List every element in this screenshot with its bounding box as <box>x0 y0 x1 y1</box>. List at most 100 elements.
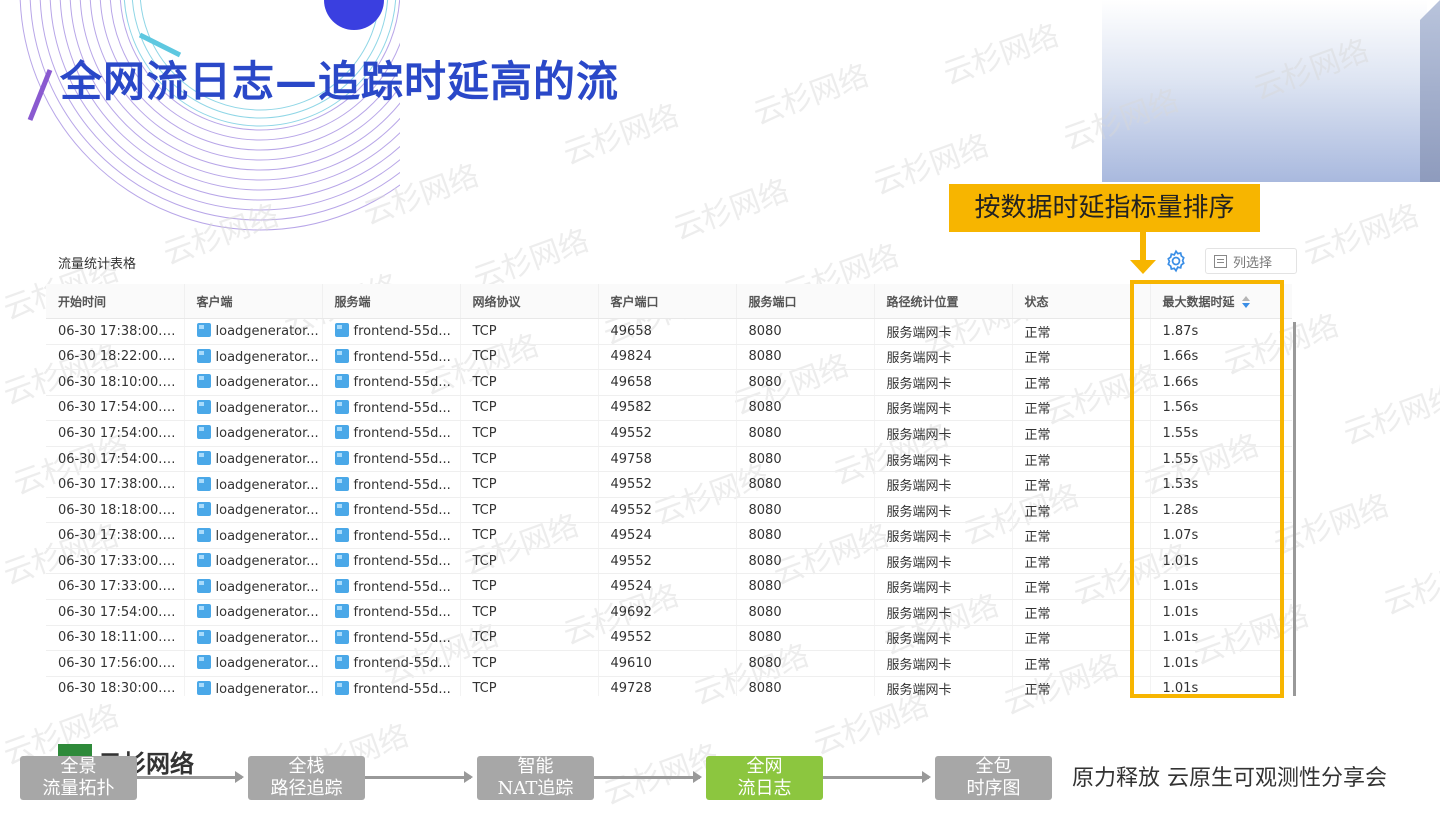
cell-value: frontend-55d... <box>353 477 451 493</box>
table-cell: frontend-55d... <box>321 650 460 677</box>
cell-value: 49692 <box>610 604 652 620</box>
table-cell: TCP <box>459 446 598 473</box>
cell-value: 49824 <box>610 349 652 365</box>
column-header[interactable]: 服务端口 <box>735 284 874 319</box>
cell-value: TCP <box>472 553 497 569</box>
table-row[interactable]: 06-30 17:38:00.000 loadgenerator... fronte… <box>46 471 1292 498</box>
column-header[interactable]: 客户端 <box>183 284 322 319</box>
column-header[interactable]: 网络协议 <box>459 284 598 319</box>
pod-icon <box>196 323 211 338</box>
column-header[interactable]: 客户端口 <box>597 284 736 319</box>
table-cell: loadgenerator... <box>183 625 322 652</box>
table-cell: TCP <box>459 369 598 396</box>
pod-icon <box>196 399 211 414</box>
table-row[interactable]: 06-30 18:10:00.000 loadgenerator... fronte… <box>46 369 1292 396</box>
cell-value: frontend-55d... <box>353 400 451 416</box>
table-cell: 8080 <box>735 650 874 677</box>
table-cell: 49524 <box>597 573 736 601</box>
cell-value: 服务端网卡 <box>886 606 952 622</box>
cell-value: 8080 <box>748 374 782 390</box>
table-row[interactable]: 06-30 18:18:00.000 loadgenerator... fronte… <box>46 497 1292 524</box>
cell-value: 8080 <box>748 528 782 544</box>
table-row[interactable]: 06-30 17:56:00.000 loadgenerator... fronte… <box>46 650 1292 677</box>
table-row[interactable]: 06-30 18:30:00.000 loadgenerator... fronte… <box>46 676 1292 696</box>
table-cell: loadgenerator... <box>183 676 322 696</box>
table-cell: loadgenerator... <box>183 471 322 498</box>
cell-value: loadgenerator... <box>215 554 319 570</box>
column-header[interactable]: 服务端 <box>321 284 460 319</box>
table-cell: TCP <box>459 420 598 447</box>
table-cell: 8080 <box>735 395 874 422</box>
pod-icon <box>196 451 211 465</box>
flow-step: 全栈 路径追踪 <box>248 756 365 800</box>
cell-value: loadgenerator... <box>215 426 319 442</box>
table-cell: loadgenerator... <box>183 497 322 524</box>
column-select-button[interactable]: 列选择 <box>1205 248 1297 274</box>
cell-value: 06-30 17:56:00.000 <box>58 655 184 671</box>
table-cell: 49524 <box>597 522 736 549</box>
table-cell: 服务端网卡 <box>873 318 1012 345</box>
cell-value: 49552 <box>610 553 652 569</box>
table-cell: 服务端网卡 <box>873 676 1012 696</box>
pod-icon <box>196 348 211 363</box>
column-header[interactable]: 路径统计位置 <box>873 284 1012 319</box>
pod-icon <box>196 629 211 644</box>
cell-value: 服务端网卡 <box>886 657 952 673</box>
table-cell: 服务端网卡 <box>873 497 1012 524</box>
cell-value: TCP <box>472 451 497 467</box>
table-row[interactable]: 06-30 18:22:00.000 loadgenerator... fronte… <box>46 344 1292 371</box>
column-header[interactable]: 开始时间 <box>46 284 184 319</box>
table-cell: 06-30 17:54:00.000 <box>46 395 184 422</box>
cell-value: 正常 <box>1024 530 1051 546</box>
table-cell: 服务端网卡 <box>873 573 1012 601</box>
table-cell: 8080 <box>735 599 874 626</box>
table-cell: 服务端网卡 <box>873 522 1012 549</box>
cell-value: 正常 <box>1024 376 1051 392</box>
table-row[interactable]: 06-30 17:54:00.000 loadgenerator... fronte… <box>46 446 1292 473</box>
table-cell: TCP <box>459 395 598 422</box>
cell-value: 06-30 17:54:00.000 <box>58 604 184 620</box>
cell-value: TCP <box>472 374 497 390</box>
pod-icon <box>196 425 211 440</box>
table-row[interactable]: 06-30 17:33:00.000 loadgenerator... fronte… <box>46 548 1292 575</box>
table-header-row: 开始时间 客户端 服务端 网络协议 客户端口 服务端口 路径统计位置 状态 最大数据时延 <box>46 284 1292 319</box>
table-cell: 8080 <box>735 676 874 696</box>
table-cell: 49758 <box>597 446 736 473</box>
table-scrollbar[interactable] <box>1293 322 1296 696</box>
table-cell: 49552 <box>597 471 736 498</box>
table-row[interactable]: 06-30 17:54:00.000 loadgenerator... fronte… <box>46 395 1292 422</box>
cell-value: 服务端网卡 <box>886 351 952 367</box>
cell-value: frontend-55d... <box>353 554 451 570</box>
table-cell: 49552 <box>597 625 736 652</box>
flow-stats-table: 开始时间 客户端 服务端 网络协议 客户端口 服务端口 路径统计位置 状态 最大数据时延 06-… <box>46 284 1292 696</box>
cell-value: loadgenerator... <box>215 452 319 467</box>
table-row[interactable]: 06-30 17:54:00.000 loadgenerator... fronte… <box>46 599 1292 626</box>
cell-value: 服务端网卡 <box>886 683 952 696</box>
cell-value: 06-30 17:33:00.000 <box>58 553 184 569</box>
flow-step-line1: 智能 <box>517 756 554 777</box>
watermark-text: 云杉网络 <box>1298 198 1424 273</box>
table-cell: frontend-55d... <box>321 420 460 447</box>
settings-gear-icon[interactable] <box>1163 248 1189 274</box>
cell-value: 服务端网卡 <box>886 427 952 443</box>
table-row[interactable]: 06-30 18:11:00.000 loadgenerator... fronte… <box>46 625 1292 652</box>
table-cell: 服务端网卡 <box>873 420 1012 447</box>
table-row[interactable]: 06-30 17:38:00.000 loadgenerator... fronte… <box>46 318 1292 345</box>
table-cell: 8080 <box>735 471 874 498</box>
table-cell: 服务端网卡 <box>873 446 1012 473</box>
table-row[interactable]: 06-30 17:54:00.000 loadgenerator... fronte… <box>46 420 1292 447</box>
table-row[interactable]: 06-30 17:33:00.000 loadgenerator... fronte… <box>46 573 1292 601</box>
flow-step-line2: 路径追踪 <box>270 778 343 799</box>
table-cell: 服务端网卡 <box>873 471 1012 498</box>
cell-value: 49728 <box>610 681 652 696</box>
table-cell: loadgenerator... <box>183 369 322 396</box>
pod-icon <box>196 476 211 491</box>
cell-value: 8080 <box>748 681 782 696</box>
cell-value: 49658 <box>610 374 652 390</box>
cell-value: frontend-55d... <box>353 579 451 595</box>
flow-arrow <box>137 771 244 783</box>
cell-value: 8080 <box>748 502 782 518</box>
table-row[interactable]: 06-30 17:38:00.000 loadgenerator... fronte… <box>46 522 1292 549</box>
table-cell: TCP <box>459 522 598 549</box>
pod-icon <box>334 655 349 670</box>
